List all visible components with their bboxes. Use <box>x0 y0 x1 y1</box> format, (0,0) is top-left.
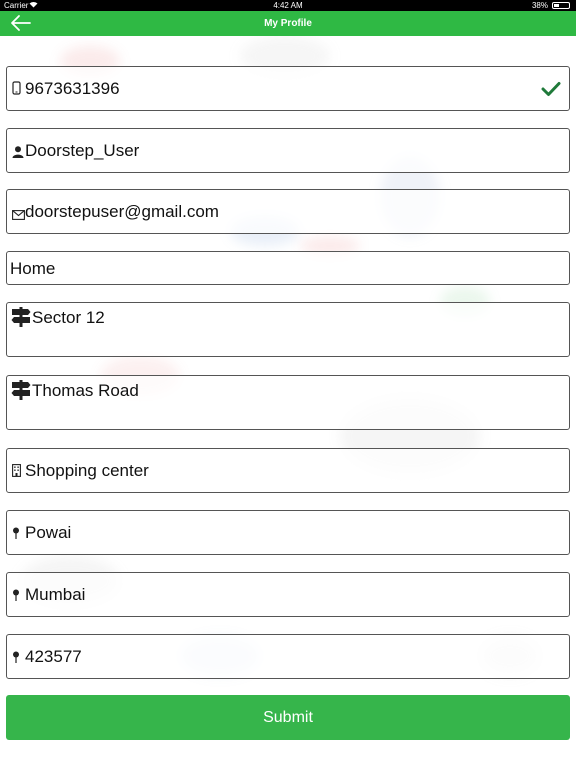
envelope-icon <box>12 207 25 225</box>
address-line1-value: Sector 12 <box>32 308 105 327</box>
battery-percent: 38% <box>531 1 548 10</box>
mobile-field[interactable]: 9673631396 <box>6 66 570 111</box>
status-bar: Carrier 4:42 AM 38% <box>0 0 576 11</box>
area-field[interactable]: Powai <box>6 510 570 555</box>
address-type-value: Home <box>10 259 56 278</box>
email-field[interactable]: doorstepuser@gmail.com <box>6 189 570 234</box>
page-title: My Profile <box>264 18 312 29</box>
area-value: Powai <box>25 523 72 542</box>
address-line1-field[interactable]: Sector 12 <box>6 302 570 357</box>
mobile-value: 9673631396 <box>25 79 120 98</box>
user-icon <box>12 145 24 163</box>
submit-button[interactable]: Submit <box>6 695 570 740</box>
city-field[interactable]: Mumbai <box>6 572 570 617</box>
pincode-field[interactable]: 423577 <box>6 634 570 679</box>
landmark-field[interactable]: Shopping center <box>6 448 570 493</box>
name-value: Doorstep_User <box>25 141 140 160</box>
city-value: Mumbai <box>25 585 86 604</box>
pin-icon <box>12 588 20 606</box>
address-line2-value: Thomas Road <box>32 381 139 400</box>
phone-icon <box>12 81 21 100</box>
pin-icon <box>12 650 20 668</box>
checkmark-icon <box>541 81 561 102</box>
address-line2-field[interactable]: Thomas Road <box>6 375 570 430</box>
pin-icon <box>12 526 20 544</box>
status-time: 4:42 AM <box>273 1 303 10</box>
navigation-bar: My Profile <box>0 11 576 36</box>
battery-icon <box>552 2 570 9</box>
pincode-value: 423577 <box>25 647 82 666</box>
signpost-icon <box>11 307 31 332</box>
email-value: doorstepuser@gmail.com <box>25 202 219 221</box>
battery-level <box>554 4 560 7</box>
address-type-field[interactable]: Home <box>6 251 570 285</box>
building-icon <box>12 464 21 482</box>
name-field[interactable]: Doorstep_User <box>6 128 570 173</box>
signpost-icon <box>11 380 31 405</box>
landmark-value: Shopping center <box>25 461 149 480</box>
